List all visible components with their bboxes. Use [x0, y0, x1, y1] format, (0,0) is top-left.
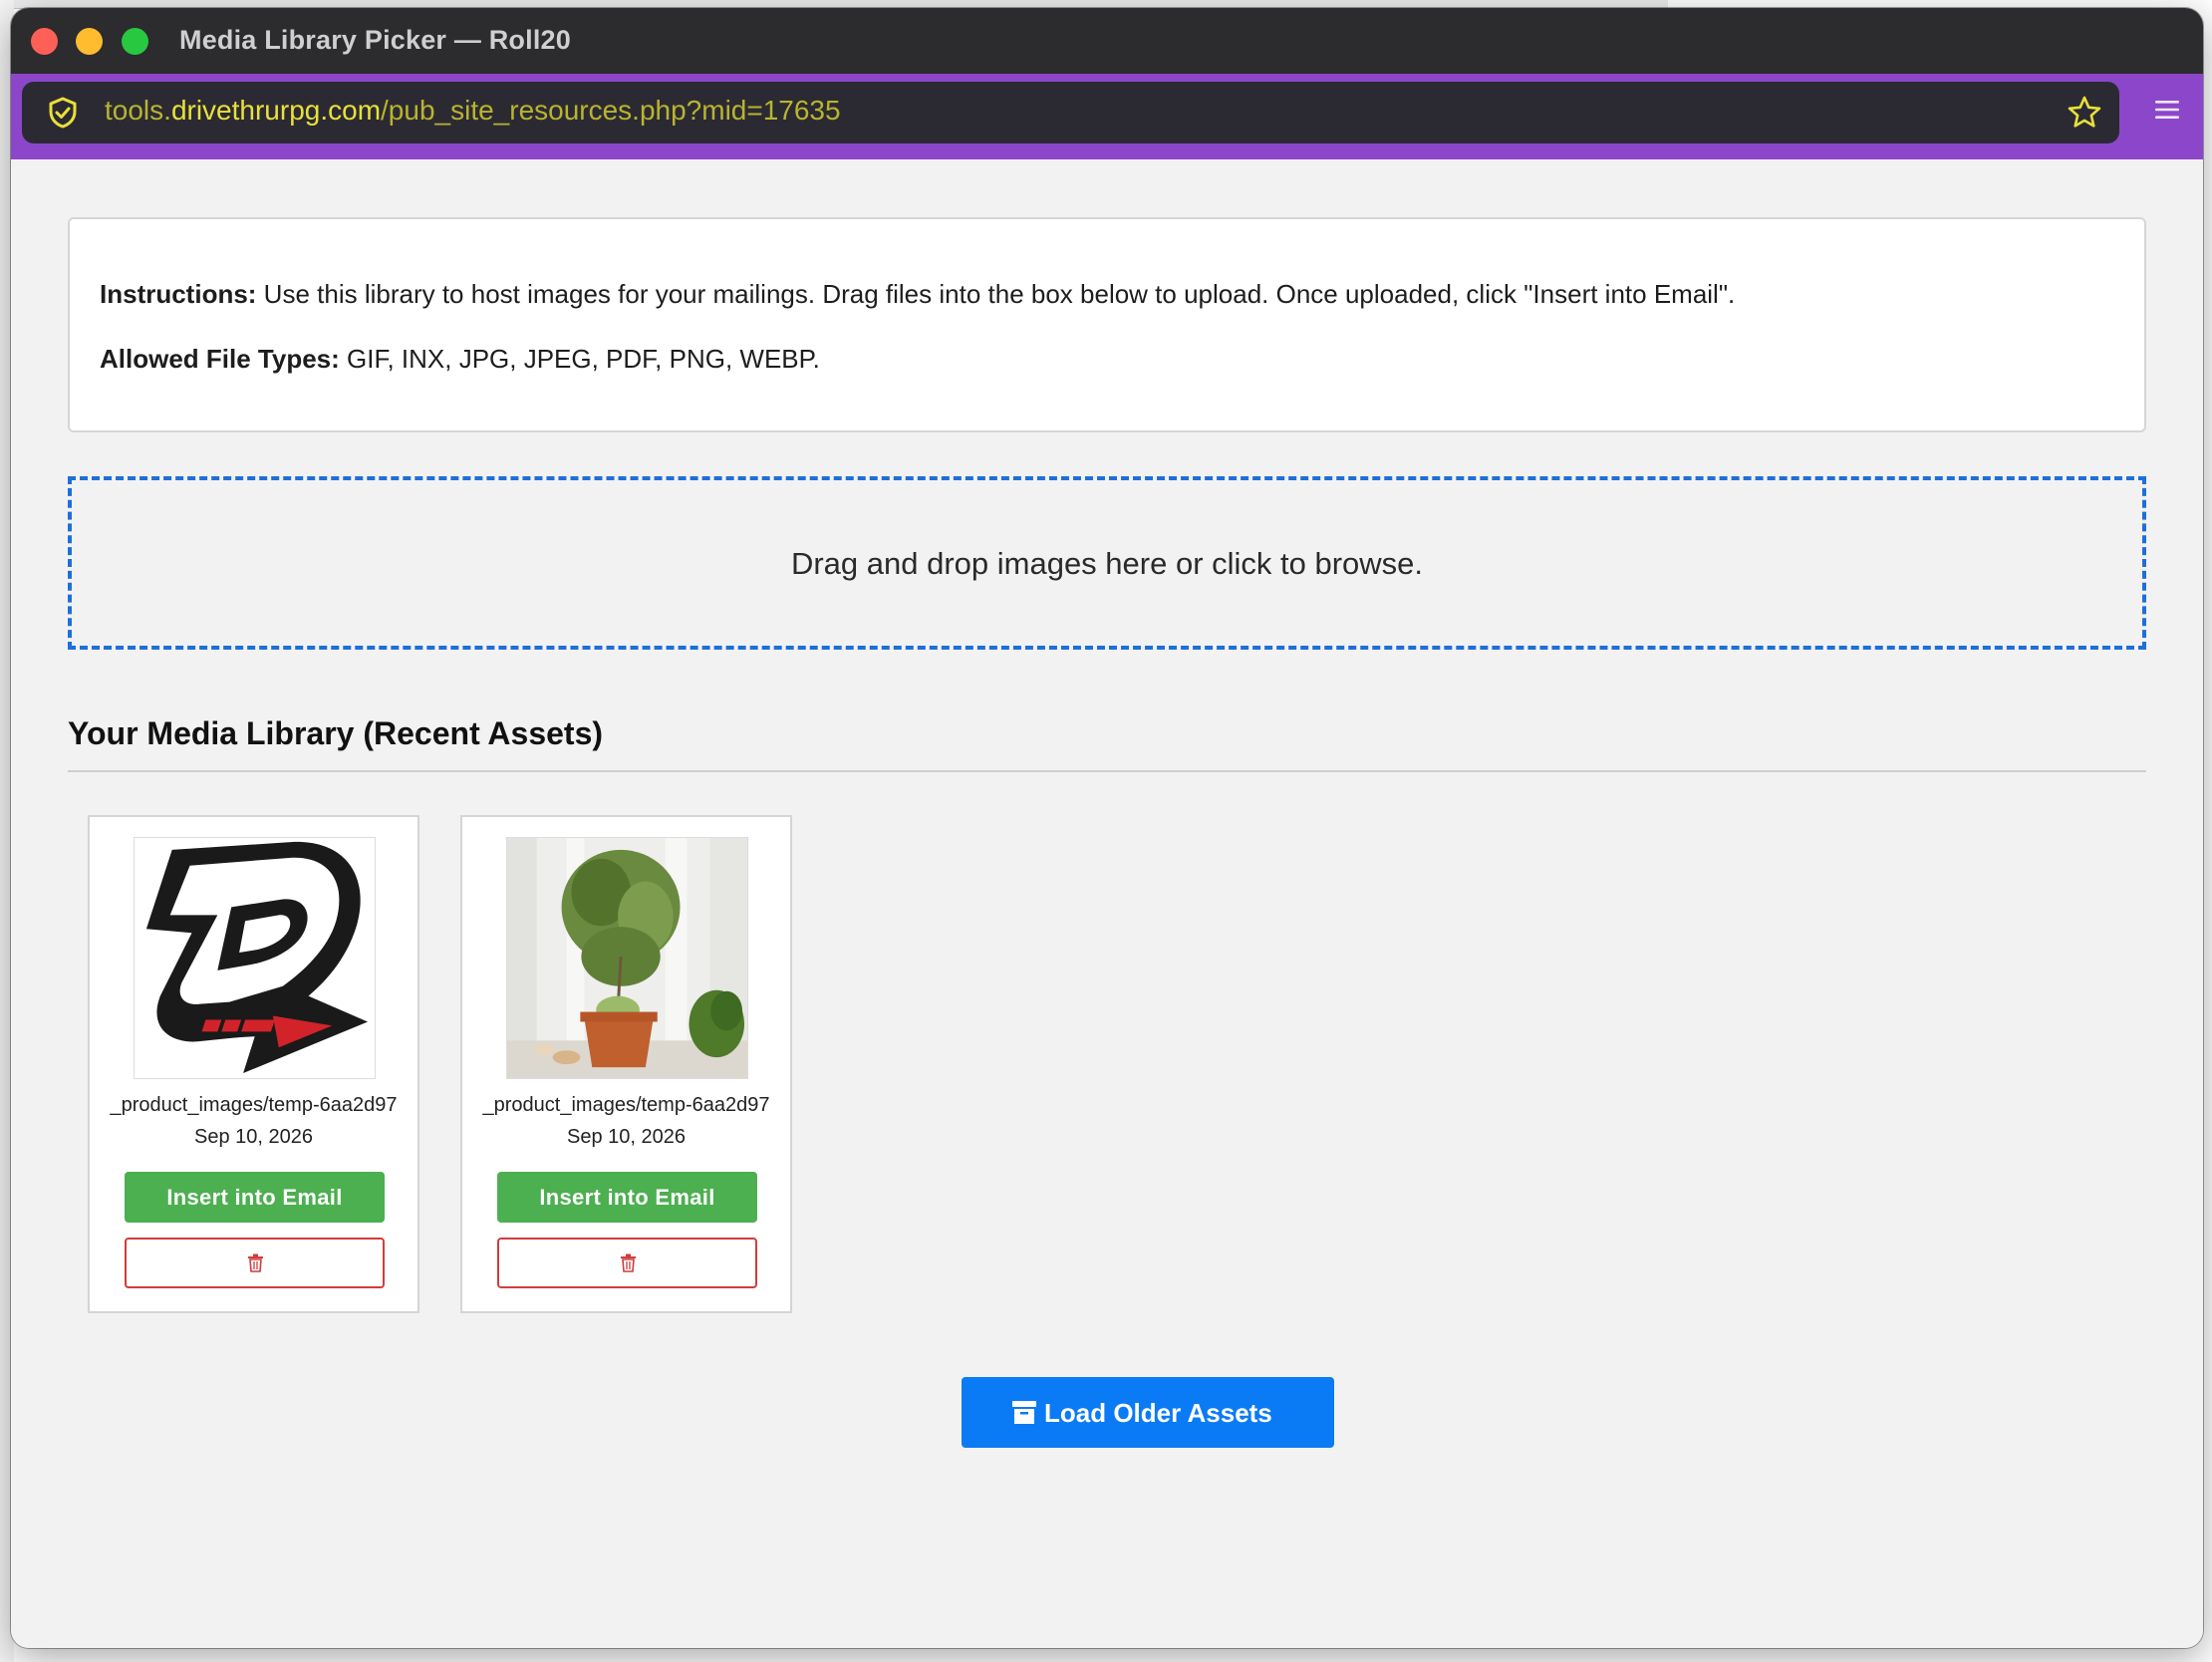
archive-icon [1012, 1401, 1036, 1424]
upload-dropzone[interactable]: Drag and drop images here or click to br… [68, 476, 2146, 650]
asset-filename: _product_images/temp-6aa2d97 [482, 1094, 770, 1116]
allowed-types-line: Allowed File Types: GIF, INX, JPG, JPEG,… [100, 344, 820, 375]
trash-icon [621, 1253, 636, 1272]
close-window-button[interactable] [31, 28, 58, 55]
url-subdomain: tools. [105, 95, 171, 126]
delete-asset-button[interactable] [125, 1238, 385, 1288]
library-title: Your Media Library (Recent Assets) [68, 715, 604, 751]
load-older-assets-button[interactable]: Load Older Assets [962, 1377, 1334, 1448]
browser-toolbar: tools.drivethrurpg.com/pub_site_resource… [11, 74, 2203, 159]
url-domain: drivethrurpg.com [170, 95, 382, 126]
asset-card: _product_images/temp-6aa2d97 Sep 10, 202… [460, 815, 792, 1313]
title-bar: Media Library Picker — Roll20 [11, 8, 2203, 74]
minimize-window-button[interactable] [76, 28, 103, 55]
instructions-text: Use this library to host images for your… [256, 279, 1736, 309]
window-title: Media Library Picker — Roll20 [179, 25, 571, 55]
asset-card: _product_images/temp-6aa2d97 Sep 10, 202… [88, 815, 419, 1313]
trash-icon [248, 1253, 263, 1272]
potted-plant-image [507, 838, 747, 1078]
section-divider [68, 770, 2146, 772]
maximize-window-button[interactable] [122, 28, 148, 55]
asset-thumbnail[interactable] [134, 837, 376, 1079]
instructions-line: Instructions: Use this library to host i… [100, 279, 1735, 310]
address-bar[interactable]: tools.drivethrurpg.com/pub_site_resource… [22, 82, 2119, 143]
star-icon[interactable] [2066, 94, 2103, 132]
browser-window: Media Library Picker — Roll20 tools.driv… [11, 8, 2203, 1648]
insert-into-email-button[interactable]: Insert into Email [125, 1172, 385, 1223]
dropzone-text: Drag and drop images here or click to br… [790, 546, 1424, 581]
drivethru-logo-image [135, 838, 375, 1078]
instructions-label: Instructions: [100, 279, 257, 309]
url-path: /pub_site_resources.php?mid=17635 [381, 95, 841, 126]
hamburger-menu-icon[interactable] [2153, 98, 2181, 122]
insert-into-email-button[interactable]: Insert into Email [497, 1172, 757, 1223]
allowed-types-text: GIF, INX, JPG, JPEG, PDF, PNG, WEBP. [339, 344, 820, 374]
asset-filename: _product_images/temp-6aa2d97 [110, 1094, 398, 1116]
instructions-panel: Instructions: Use this library to host i… [68, 217, 2146, 432]
asset-date: Sep 10, 2026 [194, 1126, 313, 1148]
asset-thumbnail[interactable] [506, 837, 748, 1079]
page-content: Instructions: Use this library to host i… [11, 159, 2203, 1648]
allowed-types-label: Allowed File Types: [100, 344, 340, 374]
asset-date: Sep 10, 2026 [567, 1126, 686, 1148]
url-text[interactable]: tools.drivethrurpg.com/pub_site_resource… [105, 95, 841, 127]
load-older-assets-label: Load Older Assets [1044, 1398, 1272, 1428]
delete-asset-button[interactable] [497, 1238, 757, 1288]
shield-icon[interactable] [46, 96, 80, 130]
